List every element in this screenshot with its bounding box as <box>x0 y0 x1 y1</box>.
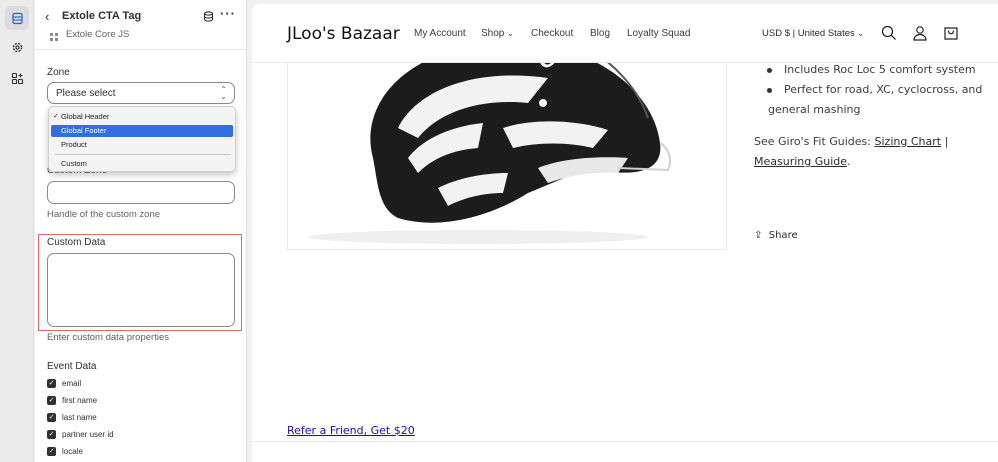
event-field-partner-user-id[interactable]: ✓ partner user id <box>47 428 114 440</box>
bullet-dot <box>767 88 772 93</box>
zone-option-global-header[interactable]: ✓ Global Header <box>51 111 233 123</box>
zone-dropdown-menu: ✓ Global Header Global Footer Product Cu… <box>48 106 236 172</box>
sizing-chart-link[interactable]: Sizing Chart <box>875 135 942 148</box>
zone-select-value: Please select <box>56 88 116 99</box>
gear-icon[interactable] <box>5 35 29 59</box>
event-data-label: Event Data <box>47 361 97 372</box>
footer-divider <box>252 441 998 442</box>
database-icon[interactable] <box>203 9 214 27</box>
custom-zone-input[interactable] <box>47 181 235 204</box>
zone-option-custom[interactable]: Custom <box>51 158 233 170</box>
feature-bullet-1: Includes Roc Loc 5 comfort system <box>784 63 976 76</box>
event-field-locale[interactable]: ✓ locale <box>47 445 83 457</box>
fit-guides-text: See Giro's Fit Guides: Sizing Chart | <box>754 135 949 148</box>
store-logo[interactable]: JLoo's Bazaar <box>287 24 400 44</box>
nav-my-account[interactable]: My Account <box>414 28 466 39</box>
zone-select[interactable]: Please select ⌃ ⌄ <box>47 82 235 104</box>
checkbox-checked-icon[interactable]: ✓ <box>47 395 56 405</box>
nav-blog[interactable]: Blog <box>590 28 610 39</box>
share-button[interactable]: ⇪ Share <box>754 230 798 241</box>
checkmark-icon: ✓ <box>53 113 59 120</box>
custom-data-help: Enter custom data properties <box>47 332 169 343</box>
event-field-first-name[interactable]: ✓ first name <box>47 394 97 406</box>
cart-icon[interactable] <box>943 25 959 46</box>
chevron-down-icon: ⌄ <box>507 29 514 38</box>
app-block-icon <box>49 29 59 47</box>
storefront-preview: JLoo's Bazaar My Account Shop ⌄ Checkout… <box>252 4 998 462</box>
custom-data-label: Custom Data <box>47 237 106 248</box>
panel-header: ‹ Extole CTA Tag ··· Extole Core JS <box>35 0 246 50</box>
custom-zone-help: Handle of the custom zone <box>47 209 161 220</box>
chevron-down-icon: ⌄ <box>857 29 865 38</box>
measuring-guide-link[interactable]: Measuring Guide <box>754 155 847 168</box>
sections-icon[interactable] <box>5 6 29 30</box>
checkbox-checked-icon[interactable]: ✓ <box>47 378 56 388</box>
checkbox-checked-icon[interactable]: ✓ <box>47 446 56 456</box>
dropdown-divider <box>55 154 231 155</box>
panel-subtitle: Extole Core JS <box>66 29 130 40</box>
custom-data-textarea[interactable] <box>47 253 235 327</box>
event-field-last-name[interactable]: ✓ last name <box>47 411 97 423</box>
apps-icon[interactable] <box>5 66 29 90</box>
feature-bullet-2: Perfect for road, XC, cyclocross, and <box>784 83 983 96</box>
search-icon[interactable] <box>881 25 897 46</box>
nav-loyalty-squad[interactable]: Loyalty Squad <box>627 28 690 39</box>
nav-checkout[interactable]: Checkout <box>531 28 573 39</box>
panel-title: Extole CTA Tag <box>62 10 142 22</box>
feature-bullet-2-cont: general mashing <box>768 103 861 116</box>
account-icon[interactable] <box>912 25 928 46</box>
zone-option-global-footer[interactable]: Global Footer <box>51 125 233 137</box>
checkbox-checked-icon[interactable]: ✓ <box>47 412 56 422</box>
measuring-guide-line: Measuring Guide. <box>754 155 851 168</box>
zone-option-product[interactable]: Product <box>51 139 233 151</box>
event-field-email[interactable]: ✓ email <box>47 377 81 389</box>
zone-label: Zone <box>47 67 70 78</box>
nav-shop[interactable]: Shop ⌄ <box>481 28 514 39</box>
back-chevron-icon[interactable]: ‹ <box>45 9 49 24</box>
currency-selector[interactable]: USD $ | United States ⌄ <box>762 28 864 39</box>
block-settings-panel: ‹ Extole CTA Tag ··· Extole Core JS Zone… <box>35 0 247 462</box>
checkbox-checked-icon[interactable]: ✓ <box>47 429 56 439</box>
more-options-icon[interactable]: ··· <box>220 6 236 21</box>
select-chevron-icon: ⌃ ⌄ <box>220 85 227 101</box>
bullet-dot <box>767 68 772 73</box>
share-icon: ⇪ <box>754 230 763 241</box>
store-header: JLoo's Bazaar My Account Shop ⌄ Checkout… <box>252 4 998 63</box>
left-rail <box>0 0 34 462</box>
refer-friend-link[interactable]: Refer a Friend, Get $20 <box>287 424 415 437</box>
